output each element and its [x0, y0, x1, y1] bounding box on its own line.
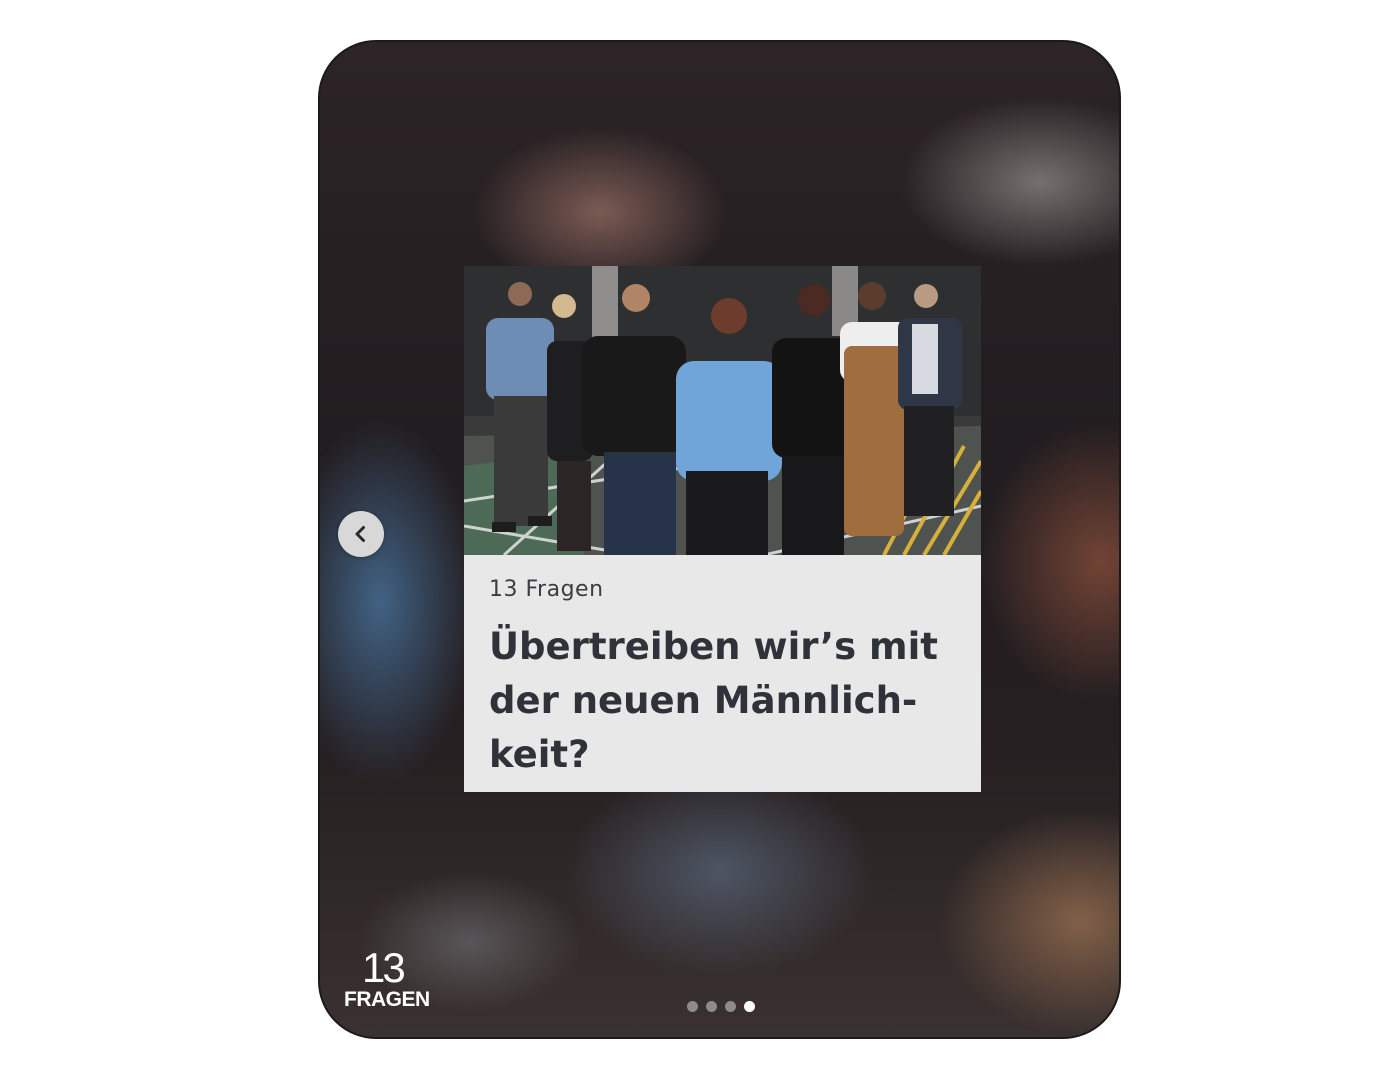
story-headline: Übertreiben wir’s mit der neuen Männlich… [489, 625, 938, 776]
brand-logo-word: FRAGEN [344, 988, 430, 1011]
story-kicker: 13 Fragen [489, 577, 604, 602]
story-caption: 13 Fragen Übertreiben wir’s mit der neue… [464, 555, 981, 792]
brand-logo: 13 FRAGEN [344, 946, 454, 1016]
page: 13 Fragen Übertreiben wir’s mit der neue… [0, 0, 1400, 1072]
pager-dot[interactable] [687, 1000, 698, 1012]
previous-slide-button[interactable] [338, 511, 384, 557]
story-teaser[interactable]: 13 Fragen Übertreiben wir’s mit der neue… [464, 266, 981, 792]
story-photo [464, 266, 981, 555]
chevron-left-icon [355, 526, 365, 542]
pager-dot[interactable] [744, 1000, 755, 1012]
brand-logo-number: 13 [362, 944, 406, 991]
pager-dot[interactable] [725, 1000, 736, 1012]
carousel-pager [687, 999, 755, 1013]
pager-dot[interactable] [706, 1000, 717, 1012]
